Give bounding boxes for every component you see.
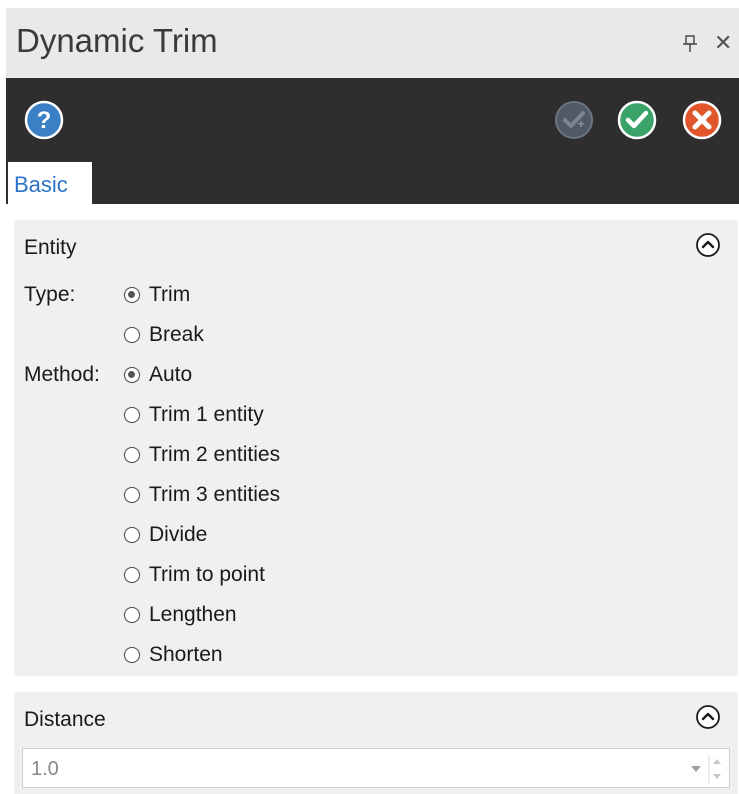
help-icon[interactable]: ?	[24, 100, 64, 140]
chevron-up-icon[interactable]	[695, 704, 721, 730]
radio-method-shorten[interactable]: Shorten	[124, 642, 223, 668]
radio-indicator	[124, 287, 140, 303]
radio-type-break[interactable]: Break	[124, 322, 204, 348]
radio-method-trim-to-point[interactable]: Trim to point	[124, 562, 265, 588]
svg-text:?: ?	[37, 107, 52, 134]
radio-indicator	[124, 527, 140, 543]
radio-indicator	[124, 647, 140, 663]
close-icon[interactable]: ✕	[714, 32, 732, 54]
cancel-icon[interactable]	[682, 100, 722, 140]
radio-indicator	[124, 487, 140, 503]
option-label: Divide	[149, 523, 208, 546]
distance-input[interactable]: 1.0	[22, 748, 730, 788]
option-label: Shorten	[149, 643, 223, 666]
spinner-icon[interactable]	[687, 753, 725, 785]
option-label: Trim 1 entity	[149, 403, 264, 426]
section-title-distance: Distance	[24, 708, 106, 731]
option-label: Trim	[149, 283, 191, 306]
option-label: Break	[149, 323, 204, 346]
ok-and-create-new-icon[interactable]: +	[554, 100, 594, 140]
option-label: Trim 3 entities	[149, 483, 281, 506]
chevron-up-icon[interactable]	[695, 232, 721, 258]
option-label: Lengthen	[149, 603, 237, 626]
radio-indicator	[124, 447, 140, 463]
ok-icon[interactable]	[617, 100, 657, 140]
radio-indicator	[124, 367, 140, 383]
distance-value: 1.0	[31, 758, 59, 780]
option-label: Trim to point	[149, 563, 265, 586]
radio-method-lengthen[interactable]: Lengthen	[124, 602, 237, 628]
method-label: Method:	[24, 363, 100, 386]
option-label: Auto	[149, 363, 193, 386]
tab-label: Basic	[14, 172, 68, 197]
radio-method-trim-3-entities[interactable]: Trim 3 entities	[124, 482, 280, 508]
toolbar: ? +	[6, 78, 739, 204]
radio-indicator	[124, 607, 140, 623]
radio-indicator	[124, 327, 140, 343]
radio-method-auto[interactable]: Auto	[124, 362, 192, 388]
radio-indicator	[124, 407, 140, 423]
radio-indicator	[124, 567, 140, 583]
section-title-entity: Entity	[24, 236, 77, 259]
entity-panel: Entity Type: Trim Break Method: Auto Tri…	[14, 220, 738, 676]
title-bar: Dynamic Trim ✕	[6, 8, 739, 78]
radio-method-divide[interactable]: Divide	[124, 522, 207, 548]
type-label: Type:	[24, 283, 76, 306]
pin-icon[interactable]	[681, 34, 699, 54]
radio-method-trim-2-entities[interactable]: Trim 2 entities	[124, 442, 280, 468]
svg-text:+: +	[577, 117, 584, 131]
window-title: Dynamic Trim	[16, 22, 218, 59]
radio-method-trim-1-entity[interactable]: Trim 1 entity	[124, 402, 264, 428]
option-label: Trim 2 entities	[149, 443, 281, 466]
radio-type-trim[interactable]: Trim	[124, 282, 190, 308]
tab-basic[interactable]: Basic	[8, 162, 92, 206]
